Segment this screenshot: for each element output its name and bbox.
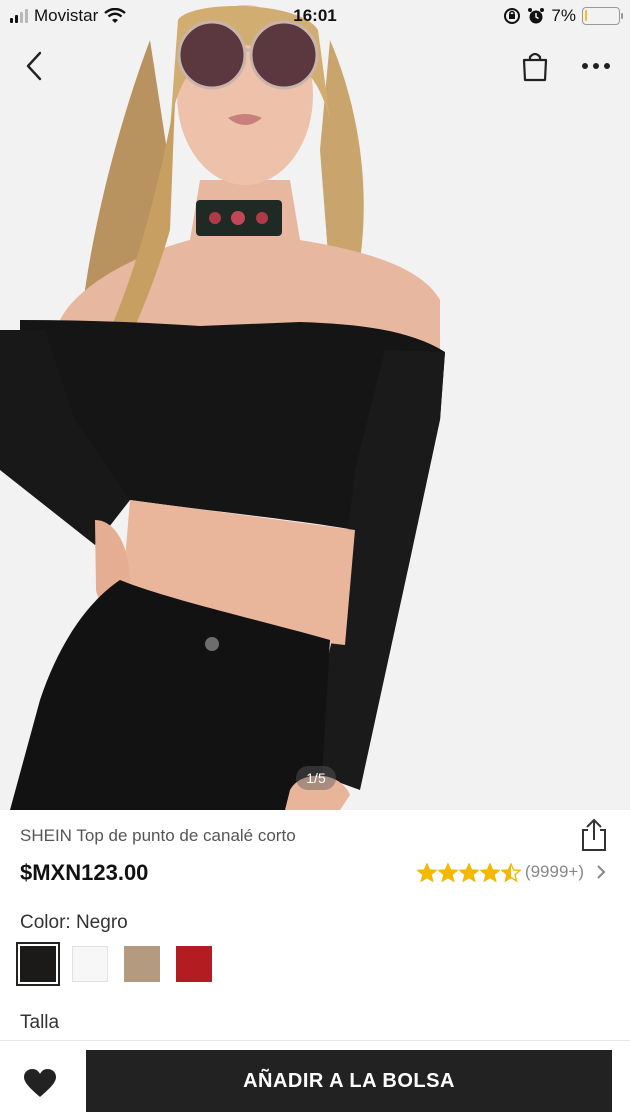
- status-bar: Movistar 16:01 7%: [0, 0, 630, 34]
- product-photo: [0, 0, 630, 810]
- rating-summary[interactable]: (9999+): [416, 862, 606, 882]
- rating-stars: [416, 862, 521, 882]
- bottom-action-bar: AÑADIR A LA BOLSA: [0, 1040, 630, 1120]
- more-dots-icon: [582, 63, 610, 69]
- heart-icon: [24, 1069, 56, 1097]
- color-label: Color: Negro: [20, 912, 128, 933]
- star-icon: [416, 862, 437, 882]
- orientation-lock-icon: [504, 8, 521, 24]
- color-swatch-caqui[interactable]: [124, 946, 160, 982]
- wishlist-button[interactable]: [18, 1063, 62, 1103]
- star-icon: [437, 862, 458, 882]
- back-button[interactable]: [12, 44, 56, 88]
- product-image-gallery[interactable]: [0, 0, 630, 810]
- battery-icon: [582, 7, 623, 25]
- star-icon: [479, 862, 500, 882]
- battery-percent: 7%: [551, 6, 576, 25]
- size-label: Talla: [20, 1012, 60, 1033]
- color-swatches: [16, 942, 212, 986]
- battery-level: [585, 10, 587, 21]
- chevron-left-icon: [26, 51, 42, 81]
- star-icon: [458, 862, 479, 882]
- share-button[interactable]: [578, 818, 610, 852]
- status-right: 7%: [503, 6, 623, 26]
- chevron-right-icon: [597, 865, 606, 879]
- product-price: $MXN123.00: [20, 860, 149, 885]
- alarm-icon: [528, 8, 545, 24]
- rating-count: (9999+): [524, 862, 584, 881]
- shopping-bag-button[interactable]: [513, 44, 557, 88]
- gallery-pager: 1/5: [296, 766, 336, 790]
- color-swatch-blanco[interactable]: [72, 946, 108, 982]
- share-icon: [582, 818, 606, 851]
- more-options-button[interactable]: [574, 44, 618, 88]
- add-to-bag-button[interactable]: AÑADIR A LA BOLSA: [86, 1050, 612, 1112]
- color-swatch-negro[interactable]: [16, 942, 60, 986]
- product-title: SHEIN Top de punto de canalé corto: [20, 826, 296, 845]
- star-icon: [500, 862, 521, 882]
- color-swatch-rojo[interactable]: [176, 946, 212, 982]
- shopping-bag-icon: [522, 52, 548, 82]
